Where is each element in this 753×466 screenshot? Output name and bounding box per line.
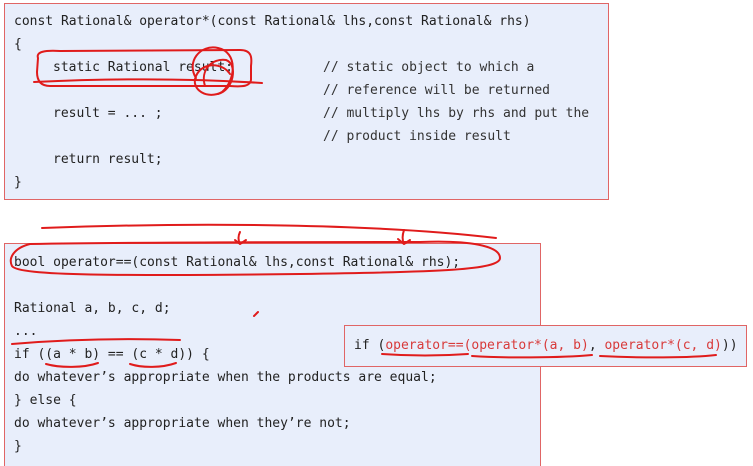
code-token: )) <box>721 338 738 353</box>
code-comment: // multiply lhs by rhs and put the <box>323 106 590 121</box>
code-comment: // static object to which a <box>323 60 535 75</box>
code-line: } <box>14 175 22 190</box>
code-line: ... <box>14 324 38 339</box>
annotation-arrow-tip-2 <box>397 229 411 245</box>
code-line: Rational a, b, c, d; <box>14 301 171 316</box>
code-line-static-result: static Rational result; <box>53 60 234 75</box>
code-line: { <box>14 37 22 52</box>
code-comment: // reference will be returned <box>323 83 550 98</box>
code-token-operator-mul-cd: operator*(c, d) <box>604 338 722 353</box>
code-line: const Rational& operator*(const Rational… <box>14 14 531 29</box>
code-line: do whatever’s appropriate when the produ… <box>14 370 437 385</box>
code-token-operator-mul-ab: operator*(a, b) <box>471 338 589 353</box>
code-token: if ( <box>354 338 386 353</box>
code-comment: // product inside result <box>323 129 511 144</box>
code-line-operator-eq-decl: bool operator==(const Rational& lhs,cons… <box>14 255 461 270</box>
code-line: return result; <box>53 152 163 167</box>
code-line: } else { <box>14 393 77 408</box>
code-snippet-operator-mul <box>4 3 609 200</box>
code-line: do whatever’s appropriate when they’re n… <box>14 416 351 431</box>
code-line: } <box>14 439 22 454</box>
code-line: result = ... ; <box>53 106 163 121</box>
code-line-expanded-call: if (operator==(operator*(a, b), operator… <box>354 338 738 354</box>
annotation-arrow-line <box>41 223 497 239</box>
code-token-operator-eq: operator==( <box>385 338 472 353</box>
code-line-if-compare: if ((a * b) == (c * d)) { <box>14 347 210 362</box>
code-token: , <box>588 338 605 353</box>
